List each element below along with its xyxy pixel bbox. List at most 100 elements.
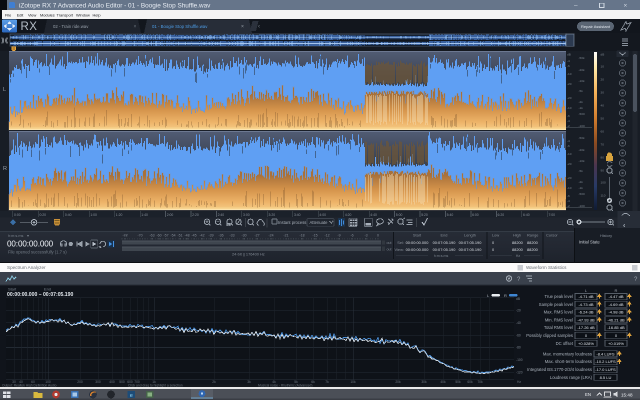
svg-text:h:m:s.ms: h:m:s.ms — [8, 234, 24, 238]
svg-text:90: 90 — [601, 169, 605, 173]
svg-text:-20: -20 — [567, 176, 572, 180]
svg-text:00:00:00.000: 00:00:00.000 — [406, 240, 430, 245]
svg-text:20: 20 — [601, 78, 605, 82]
svg-text:Spectrum Analyzer: Spectrum Analyzer — [7, 265, 46, 270]
svg-text:-24: -24 — [268, 233, 273, 237]
svg-text:L: L — [3, 87, 6, 93]
svg-text:-20k: -20k — [579, 68, 585, 72]
svg-text:20k: 20k — [395, 380, 401, 384]
svg-text:Transport: Transport — [57, 12, 74, 17]
svg-text:-60: -60 — [156, 233, 161, 237]
svg-text:0:40: 0:40 — [65, 213, 72, 217]
svg-text:Sel:: Sel: — [397, 240, 404, 245]
svg-text:200: 200 — [77, 380, 83, 384]
svg-text:iZotope RX 7 Advanced Audio Ed: iZotope RX 7 Advanced Audio Editor - 01 … — [19, 2, 211, 9]
svg-text:50k: 50k — [455, 380, 461, 384]
svg-text:-5k: -5k — [579, 89, 584, 93]
svg-text:Waveform Statistics: Waveform Statistics — [526, 265, 567, 270]
svg-text:-1k: -1k — [579, 106, 584, 110]
svg-text:out: out — [387, 247, 392, 251]
svg-text:End: End — [44, 286, 51, 291]
svg-text:-6: -6 — [567, 64, 570, 68]
svg-text:-57: -57 — [163, 233, 168, 237]
svg-text:5:00: 5:00 — [396, 213, 403, 217]
svg-text:Max. short-term loudness: Max. short-term loudness — [545, 359, 592, 364]
svg-text:-10k: -10k — [579, 159, 585, 163]
svg-text:-9: -9 — [337, 233, 340, 237]
svg-text:-17.26 dB: -17.26 dB — [577, 325, 595, 330]
svg-text:-47.93 dB: -47.93 dB — [577, 317, 595, 322]
svg-text:File opened successfully (1.7: File opened successfully (1.7 s) — [8, 250, 67, 255]
svg-text:-51: -51 — [177, 233, 182, 237]
svg-text:Instant process: Instant process — [278, 220, 306, 225]
svg-text:88200: 88200 — [512, 247, 524, 252]
svg-text:-70: -70 — [137, 233, 142, 237]
svg-text:Length: Length — [464, 233, 476, 238]
svg-text:-30: -30 — [241, 233, 246, 237]
svg-text:-2: -2 — [567, 124, 570, 128]
svg-text:2k: 2k — [212, 380, 216, 384]
svg-text:88200: 88200 — [527, 240, 539, 245]
svg-text:02 - Train ride.wav: 02 - Train ride.wav — [53, 24, 89, 29]
svg-text:-63: -63 — [149, 233, 154, 237]
svg-text:400: 400 — [109, 380, 115, 384]
svg-text:Initial State: Initial State — [579, 239, 600, 244]
svg-text:Min. RMS level: Min. RMS level — [545, 317, 573, 322]
svg-text:Start: Start — [8, 286, 17, 291]
svg-text:Possibly clipped samples: Possibly clipped samples — [526, 333, 573, 338]
svg-text:00:00:00.000 – 00:07:05.190: 00:00:00.000 – 00:07:05.190 — [7, 292, 73, 298]
svg-text:2:20: 2:20 — [192, 213, 199, 217]
svg-text:110: 110 — [601, 194, 606, 198]
svg-text:×: × — [624, 3, 628, 10]
svg-text:‹: ‹ — [258, 24, 260, 30]
svg-text:-15: -15 — [312, 233, 317, 237]
svg-text:-120: -120 — [516, 371, 523, 375]
svg-text:R: R — [504, 293, 507, 298]
svg-text:-20: -20 — [567, 82, 572, 86]
svg-text:4:20: 4:20 — [345, 213, 352, 217]
svg-text:0: 0 — [377, 233, 379, 237]
svg-text:-3: -3 — [364, 233, 367, 237]
svg-text:▾: ▾ — [27, 233, 29, 238]
svg-text:-6: -6 — [567, 144, 570, 148]
svg-text:-8.4 LUFS: -8.4 LUFS — [596, 351, 615, 356]
svg-text:-50k: -50k — [579, 56, 585, 60]
svg-text:00:00:00.000: 00:00:00.000 — [406, 247, 430, 252]
svg-text:30: 30 — [601, 91, 605, 95]
svg-text:-4.71 dB: -4.71 dB — [578, 294, 593, 299]
svg-text:Help: Help — [93, 12, 101, 17]
svg-text:-21: -21 — [283, 233, 288, 237]
svg-text:-50k: -50k — [579, 136, 585, 140]
svg-text:1:00: 1:00 — [90, 213, 97, 217]
svg-text:6:20: 6:20 — [498, 213, 505, 217]
svg-text:-20: -20 — [567, 162, 572, 166]
svg-text:6:40: 6:40 — [523, 213, 530, 217]
svg-text:3:00: 3:00 — [243, 213, 250, 217]
svg-text:High: High — [513, 233, 521, 238]
svg-text:500: 500 — [119, 380, 125, 384]
svg-text:10: 10 — [601, 65, 605, 69]
svg-text:out: out — [387, 241, 392, 245]
svg-text:Low: Low — [492, 233, 499, 238]
svg-text:View: View — [28, 12, 37, 17]
svg-text:DC offset: DC offset — [556, 341, 574, 346]
svg-text:-10: -10 — [567, 106, 572, 110]
svg-text:60: 60 — [601, 130, 605, 134]
svg-text:100: 100 — [601, 181, 606, 185]
svg-text:Hz: Hz — [517, 380, 521, 384]
svg-text:-6: -6 — [350, 233, 353, 237]
svg-text:-10.2 LUFS: -10.2 LUFS — [595, 359, 616, 364]
svg-text:-2: -2 — [567, 204, 570, 208]
svg-text:Max. RMS level: Max. RMS level — [544, 310, 573, 315]
svg-text:-12: -12 — [324, 233, 329, 237]
svg-text:True peak level: True peak level — [545, 294, 574, 299]
svg-text:24-bit || 176400 Hz: 24-bit || 176400 Hz — [232, 251, 265, 256]
svg-text:-10: -10 — [567, 186, 572, 190]
svg-text:2:00: 2:00 — [167, 213, 174, 217]
svg-text:0:00: 0:00 — [14, 213, 21, 217]
svg-text:00:07:05.190: 00:07:05.190 — [433, 240, 457, 245]
svg-text:-6: -6 — [567, 194, 570, 198]
svg-text:-500: -500 — [579, 112, 585, 116]
svg-text:-39: -39 — [208, 233, 213, 237]
svg-text:-33: -33 — [229, 233, 234, 237]
